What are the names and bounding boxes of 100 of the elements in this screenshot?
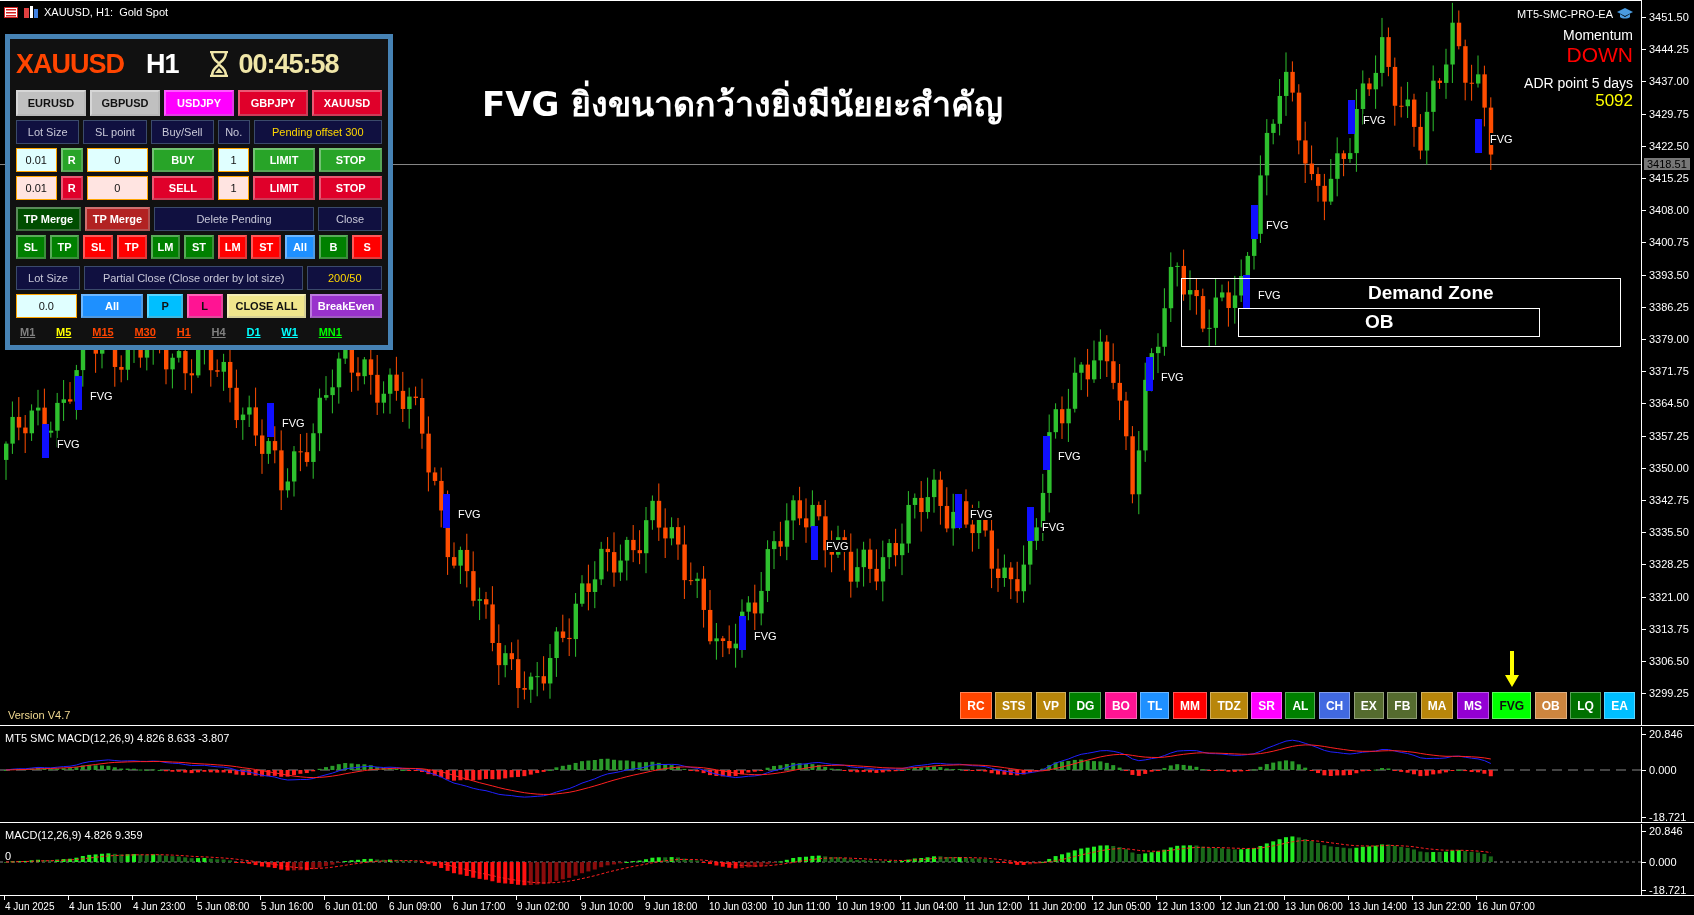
- fvg-bar: [1043, 436, 1050, 470]
- fvg-bar: [1475, 119, 1482, 153]
- time-label: 10 Jun 11:00: [773, 900, 831, 914]
- price-tick: 3437.00: [1648, 75, 1689, 88]
- list-icon[interactable]: [4, 6, 18, 18]
- panel-button[interactable]: B: [318, 235, 349, 259]
- panel-button[interactable]: XAUUSD: [312, 90, 382, 116]
- panel-button[interactable]: LM: [217, 235, 248, 259]
- panel-button[interactable]: BUY: [151, 148, 215, 172]
- indicator-button[interactable]: FB: [1387, 692, 1418, 719]
- fvg-label: FVG: [970, 508, 993, 520]
- momentum-label: Momentum: [1562, 26, 1633, 43]
- time-label: 11 Jun 12:00: [965, 900, 1023, 914]
- panel-button[interactable]: ST: [251, 235, 282, 259]
- scale-tick: -18.721: [1648, 884, 1687, 896]
- time-label: 4 Jun 23:00: [133, 900, 186, 914]
- timeframe-link[interactable]: H4: [211, 324, 226, 341]
- panel-button[interactable]: R: [60, 148, 83, 172]
- timeframe-link[interactable]: D1: [246, 324, 261, 341]
- hourglass-icon: [208, 51, 229, 77]
- indicator-button[interactable]: VP: [1035, 692, 1066, 719]
- indicator-button[interactable]: OB: [1534, 692, 1567, 719]
- time-label: 5 Jun 16:00: [261, 900, 314, 914]
- price-tick: 3364.50: [1648, 397, 1689, 410]
- panel-button[interactable]: All: [80, 294, 144, 318]
- timeframe-link[interactable]: H1: [176, 324, 191, 341]
- time-label: 13 Jun 06:00: [1285, 900, 1343, 914]
- price-tick: 3451.50: [1648, 11, 1689, 23]
- panel-button[interactable]: SL: [16, 235, 46, 259]
- panel-button[interactable]: STOP: [319, 176, 383, 200]
- panel-label: 200/50: [307, 266, 382, 290]
- panel-button[interactable]: R: [60, 176, 83, 200]
- panel-button[interactable]: USDJPY: [164, 90, 234, 116]
- panel-button[interactable]: LIMIT: [252, 176, 316, 200]
- fvg-bar: [1251, 205, 1258, 239]
- panel-button[interactable]: GBPJPY: [238, 90, 308, 116]
- input-field[interactable]: 0: [86, 148, 148, 172]
- input-field[interactable]: 0: [86, 176, 148, 200]
- panel-button[interactable]: EURUSD: [16, 90, 86, 116]
- indicator-button[interactable]: CH: [1318, 692, 1351, 719]
- panel-button[interactable]: SL: [83, 235, 113, 259]
- time-label: 16 Jun 07:00: [1477, 900, 1535, 914]
- fvg-bar: [1348, 100, 1355, 134]
- panel-button[interactable]: TP Merge: [84, 207, 150, 231]
- panel-button[interactable]: BreakEven: [310, 294, 382, 318]
- indicator-button[interactable]: EX: [1353, 692, 1384, 719]
- indicator-button[interactable]: TDZ: [1210, 692, 1248, 719]
- price-tick: 3357.25: [1648, 429, 1689, 442]
- scale-tick: 20.846: [1648, 825, 1683, 837]
- panel-label: Close: [318, 207, 382, 231]
- indicator-button[interactable]: BO: [1104, 692, 1137, 719]
- indicator-button[interactable]: MM: [1172, 692, 1207, 719]
- panel-button[interactable]: GBPUSD: [90, 90, 160, 116]
- input-field[interactable]: 0.01: [16, 176, 57, 200]
- panel-button[interactable]: LIMIT: [252, 148, 316, 172]
- price-tick: 3371.75: [1648, 365, 1689, 378]
- price-tick: 3444.25: [1648, 43, 1689, 56]
- input-field[interactable]: 1: [218, 176, 249, 200]
- timeframe-link[interactable]: MN1: [318, 324, 342, 341]
- timeframe-link[interactable]: M1: [20, 324, 36, 341]
- indicator-button[interactable]: RC: [960, 692, 992, 719]
- time-label: 4 Jun 15:00: [69, 900, 122, 914]
- timeframe-link[interactable]: M15: [92, 324, 114, 341]
- panel-button[interactable]: TP: [49, 235, 80, 259]
- chart-icon[interactable]: [24, 6, 38, 19]
- input-field[interactable]: 0.0: [16, 294, 77, 318]
- price-tick: 3313.75: [1648, 622, 1689, 635]
- panel-button[interactable]: L: [186, 294, 223, 318]
- input-field[interactable]: 0.01: [16, 148, 57, 172]
- indicator-button[interactable]: SR: [1251, 692, 1282, 719]
- indicator-button[interactable]: STS: [995, 692, 1033, 719]
- indicator-button[interactable]: DG: [1069, 692, 1102, 719]
- price-tick: 3321.00: [1648, 590, 1689, 603]
- timeframe-link[interactable]: M5: [56, 324, 72, 341]
- indicator-button[interactable]: LQ: [1570, 692, 1601, 719]
- fvg-label: FVG: [826, 540, 849, 552]
- indicator-button[interactable]: MA: [1420, 692, 1454, 719]
- panel-button[interactable]: CLOSE ALL: [226, 294, 307, 318]
- panel-button[interactable]: P: [147, 294, 183, 318]
- panel-button[interactable]: STOP: [319, 148, 383, 172]
- indicator-button[interactable]: MS: [1457, 692, 1489, 719]
- price-tick: 3400.75: [1648, 236, 1689, 249]
- indicator-label: MT5 SMC MACD(12,26,9) 4.826 8.633 -3.807: [5, 731, 230, 746]
- panel-button[interactable]: TP: [116, 235, 147, 259]
- indicator-button[interactable]: AL: [1285, 692, 1316, 719]
- panel-button[interactable]: SELL: [151, 176, 215, 200]
- panel-button[interactable]: S: [352, 235, 383, 259]
- timeframe-link[interactable]: W1: [281, 324, 298, 341]
- panel-button[interactable]: LM: [150, 235, 181, 259]
- panel-label: Buy/Sell: [150, 120, 214, 144]
- indicator-button[interactable]: TL: [1140, 692, 1170, 719]
- price-tick: 3379.00: [1648, 333, 1689, 345]
- timeframe-link[interactable]: M30: [134, 324, 156, 341]
- time-label: 9 Jun 02:00: [517, 900, 570, 914]
- fvg-bar: [811, 526, 818, 560]
- fvg-bar: [1243, 275, 1250, 309]
- panel-button[interactable]: ST: [184, 235, 214, 259]
- panel-button[interactable]: TP Merge: [16, 207, 81, 231]
- input-field[interactable]: 1: [218, 148, 249, 172]
- panel-button[interactable]: All: [285, 235, 315, 259]
